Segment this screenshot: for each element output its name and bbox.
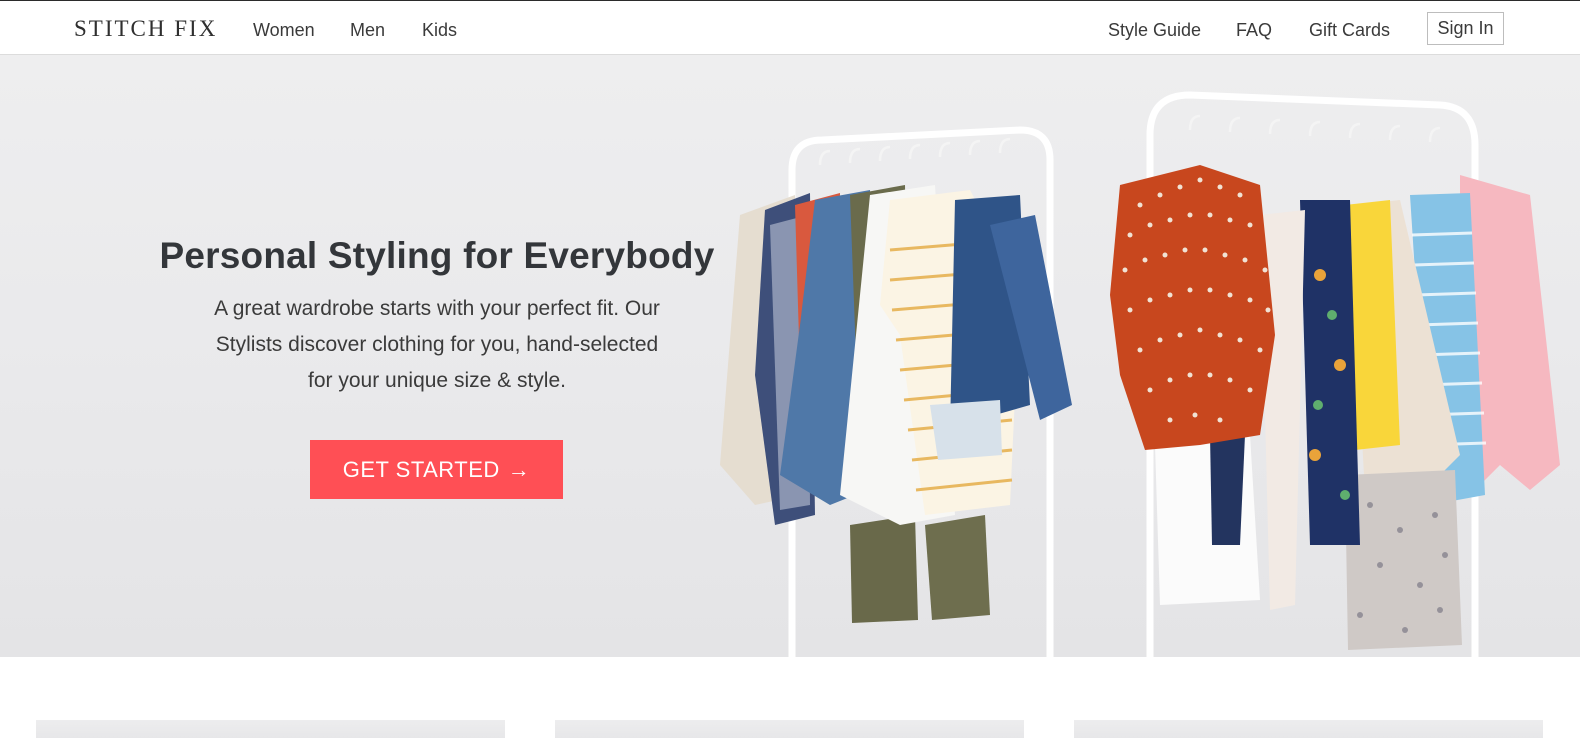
sign-in-button[interactable]: Sign In	[1427, 12, 1504, 45]
nav-men[interactable]: Men	[350, 19, 385, 41]
hero-banner: Personal Styling for Everybody A great w…	[0, 55, 1580, 657]
nav-style-guide[interactable]: Style Guide	[1108, 19, 1201, 41]
category-card[interactable]	[36, 720, 505, 738]
stitch-fix-logo[interactable]: STITCH FIX	[74, 15, 217, 43]
hero-title: Personal Styling for Everybody	[159, 235, 715, 276]
category-card[interactable]	[1074, 720, 1543, 738]
site-header: STITCH FIX Women Men Kids Style Guide FA…	[0, 0, 1580, 55]
hero-description: A great wardrobe starts with your perfec…	[214, 297, 660, 392]
clothing-racks-image	[720, 91, 1560, 657]
nav-kids[interactable]: Kids	[422, 19, 457, 41]
nav-gift-cards[interactable]: Gift Cards	[1309, 19, 1390, 41]
get-started-label: GET STARTED	[342, 457, 500, 482]
get-started-button[interactable]: GET STARTED →	[310, 440, 563, 499]
hero-text-block: Personal Styling for Everybody A great w…	[150, 233, 724, 399]
arrow-right-icon: →	[507, 457, 531, 482]
category-card[interactable]	[555, 720, 1024, 738]
nav-faq[interactable]: FAQ	[1236, 19, 1272, 41]
nav-women[interactable]: Women	[253, 19, 315, 41]
